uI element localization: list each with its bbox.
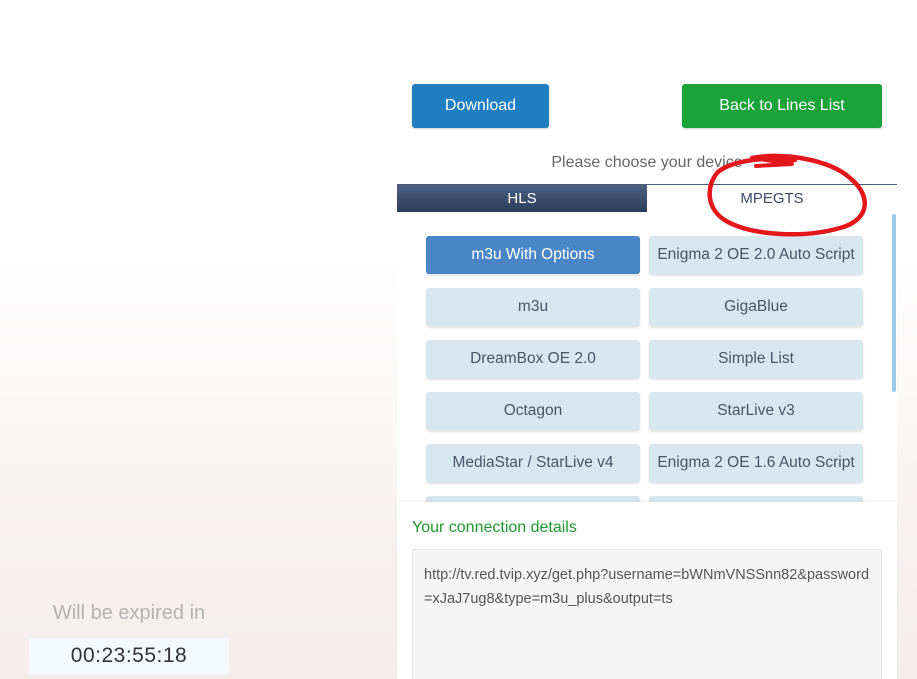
device-gigablue-button[interactable]: GigaBlue — [649, 288, 863, 326]
tab-mpegts[interactable]: MPEGTS — [647, 185, 897, 212]
connection-url-textarea[interactable]: http://tv.red.tvip.xyz/get.php?username=… — [412, 549, 882, 679]
expiry-countdown-timer: 00:23:55:18 — [29, 638, 229, 674]
stream-format-tabs: HLS MPEGTS — [397, 185, 897, 212]
device-list: m3u With Options Enigma 2 OE 2.0 Auto Sc… — [426, 236, 864, 502]
device-simple-list-button[interactable]: Simple List — [649, 340, 863, 378]
device-starlive-v3-button[interactable]: StarLive v3 — [649, 392, 863, 430]
device-chooser-panel: Please choose your device HLS MPEGTS m3u… — [397, 142, 897, 502]
device-enigma2-oe20-button[interactable]: Enigma 2 OE 2.0 Auto Script — [649, 236, 863, 274]
download-button[interactable]: Download — [412, 84, 549, 128]
device-octagon-button[interactable]: Octagon — [426, 392, 640, 430]
connection-details-title: Your connection details — [412, 519, 577, 536]
device-chooser-title: Please choose your device — [397, 142, 897, 185]
device-mediastar-starlive-v4-button[interactable]: MediaStar / StarLive v4 — [426, 444, 640, 482]
expiry-label: Will be expired in — [52, 602, 206, 624]
device-m3u-button[interactable]: m3u — [426, 288, 640, 326]
connection-details-section: Your connection details http://tv.red.tv… — [397, 502, 897, 679]
device-enigma2-oe16-button[interactable]: Enigma 2 OE 1.6 Auto Script — [649, 444, 863, 482]
device-m3u-with-options-button[interactable]: m3u With Options — [426, 236, 640, 274]
tab-hls[interactable]: HLS — [397, 185, 647, 212]
device-list-scrollbar[interactable] — [892, 214, 896, 392]
back-to-lines-list-button[interactable]: Back to Lines List — [682, 84, 882, 128]
device-dreambox-oe20-button[interactable]: DreamBox OE 2.0 — [426, 340, 640, 378]
